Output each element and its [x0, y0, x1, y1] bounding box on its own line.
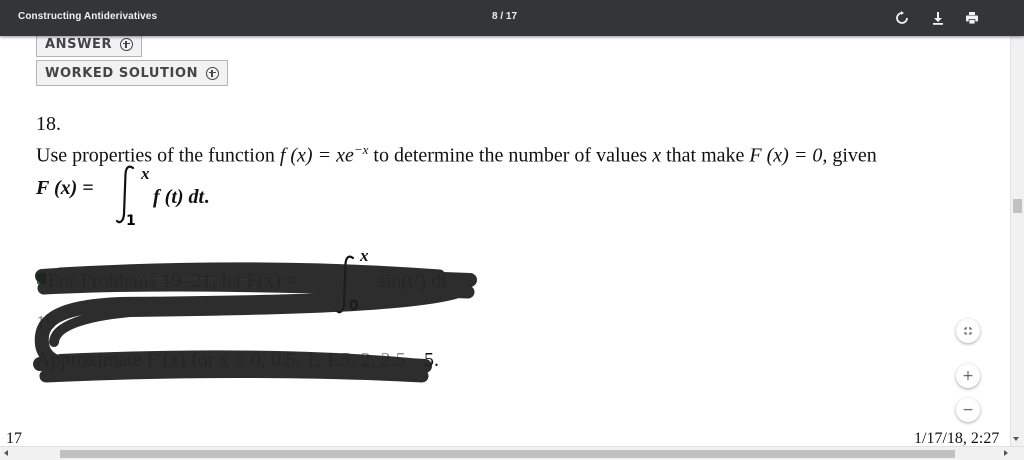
- viewer-toolbar: Constructing Antiderivatives 8 / 17: [0, 0, 1024, 36]
- page-current[interactable]: 8: [492, 11, 498, 22]
- scroll-left-arrow-icon[interactable]: [4, 450, 8, 456]
- pdf-page: ANSWER WORKED SOLUTION 18. Use propertie…: [0, 36, 1010, 446]
- fit-page-icon[interactable]: [956, 319, 980, 343]
- scroll-down-arrow-icon[interactable]: [1013, 437, 1019, 441]
- zoom-out-button[interactable]: −: [956, 398, 980, 422]
- page-separator: /: [500, 11, 504, 22]
- page-total: 17: [505, 11, 518, 22]
- scroll-right-arrow-icon[interactable]: [1004, 450, 1008, 456]
- scribble-overlay: [33, 262, 477, 383]
- document-title: Constructing Antiderivatives: [18, 11, 158, 22]
- rotate-icon[interactable]: [892, 8, 912, 28]
- download-icon[interactable]: [928, 8, 948, 28]
- vertical-scroll-thumb[interactable]: [1013, 199, 1022, 213]
- zoom-in-button[interactable]: +: [956, 364, 980, 388]
- print-icon[interactable]: [962, 8, 982, 28]
- vertical-scrollbar[interactable]: [1010, 36, 1024, 446]
- horizontal-scroll-thumb[interactable]: [60, 450, 955, 458]
- page-counter: 8 / 17: [492, 11, 517, 22]
- horizontal-scrollbar[interactable]: [0, 446, 1024, 460]
